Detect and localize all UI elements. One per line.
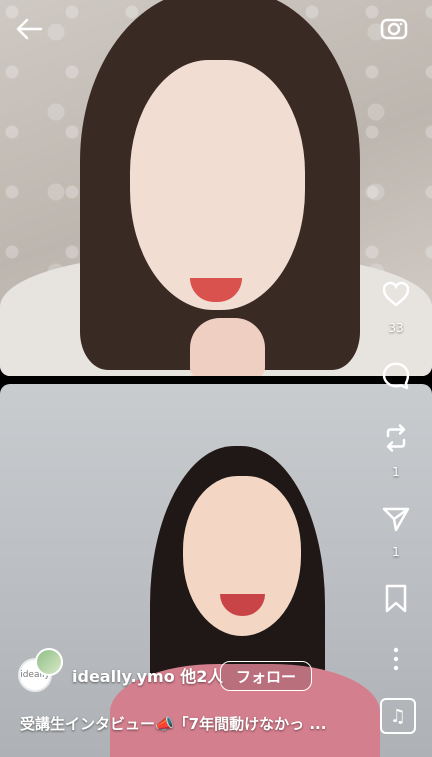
follow-button[interactable]: フォロー — [220, 661, 312, 691]
person-top-face — [130, 60, 305, 310]
person-top-hands — [190, 318, 265, 376]
collaborator-avatar[interactable] — [35, 648, 63, 676]
video-caption[interactable]: 受講生インタビュー📣「7年間動けなかっ ... — [20, 713, 350, 734]
music-note-icon[interactable]: ♫ — [380, 698, 416, 734]
send-icon[interactable] — [380, 502, 412, 534]
like-count: 33 — [388, 321, 404, 335]
top-video-panel — [0, 0, 432, 376]
author-section[interactable]: ideally ideally.ymo 他2人 — [20, 648, 223, 695]
camera-icon[interactable] — [378, 12, 410, 44]
bottom-video-panel — [0, 384, 432, 757]
heart-icon[interactable] — [380, 278, 412, 310]
repost-count: 1 — [392, 465, 400, 479]
share-count: 1 — [392, 545, 400, 559]
comment-icon[interactable] — [380, 359, 412, 391]
repost-icon[interactable] — [380, 422, 412, 454]
back-arrow-icon[interactable] — [14, 14, 44, 44]
avatar[interactable]: ideally — [20, 648, 63, 690]
bookmark-icon[interactable] — [380, 582, 412, 614]
username-label[interactable]: ideally.ymo 他2人 — [72, 663, 223, 687]
more-icon[interactable] — [380, 643, 412, 675]
